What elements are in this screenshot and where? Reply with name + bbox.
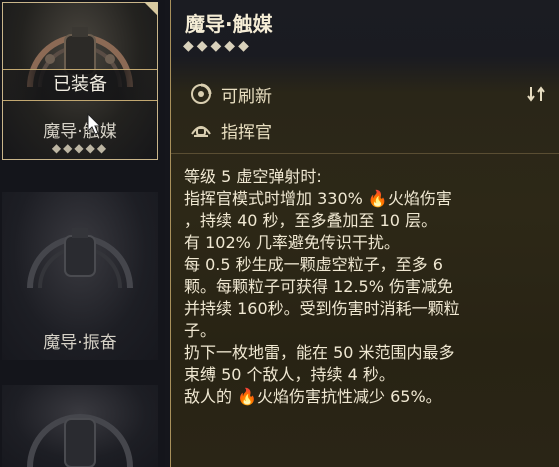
description-line: 颗。每颗粒子可获得 12.5% 伤害减免 bbox=[184, 277, 454, 296]
selected-corner-marker bbox=[144, 2, 158, 16]
description-line: 指挥官模式时增加 330% 🔥火焰伤害 bbox=[184, 189, 452, 208]
description-line: 有 102% 几率避免传识干扰。 bbox=[184, 233, 400, 252]
commander-icon bbox=[191, 126, 211, 137]
description-line: ，持续 40 秒，至多叠加至 10 层。 bbox=[184, 211, 438, 230]
detail-rank: ◆◆◆◆◆ bbox=[183, 38, 252, 54]
mod-inventory-list: 已装备 魔导·触媒 ◆◆◆◆◆ 魔导·振奋 bbox=[0, 0, 165, 467]
fire-icon: 🔥 bbox=[367, 189, 388, 208]
description-line: 敌人的 🔥火焰伤害抗性减少 65%。 bbox=[184, 387, 442, 406]
mouse-cursor-icon bbox=[87, 113, 101, 135]
refresh-icon bbox=[191, 83, 212, 104]
description-line: 子。 bbox=[184, 321, 217, 340]
mod-rank-pips: ◆◆◆◆◆ bbox=[51, 141, 109, 155]
description-line: 束缚 50 个敌人，持续 4 秒。 bbox=[184, 365, 395, 384]
property-label: 指挥官 bbox=[221, 122, 272, 143]
detail-title: 魔导·触媒 bbox=[185, 12, 273, 36]
description-line: 并持续 160秒。受到伤害时消耗一颗粒 bbox=[184, 299, 460, 318]
equipped-label: 已装备 bbox=[3, 69, 157, 101]
mod-emblem-icon bbox=[27, 228, 133, 289]
description-line: 扔下一枚地雷，能在 50 米范围内最多 bbox=[184, 343, 455, 362]
property-refreshable: 可刷新 bbox=[189, 82, 272, 107]
mod-card-selected[interactable]: 已装备 魔导·触媒 ◆◆◆◆◆ bbox=[2, 2, 158, 160]
mod-name: 魔导·触媒 bbox=[43, 122, 117, 142]
mod-name: 魔导·振奋 bbox=[43, 333, 117, 353]
fire-icon: 🔥 bbox=[237, 387, 258, 406]
property-commander: 指挥官 bbox=[189, 118, 272, 143]
property-label: 可刷新 bbox=[221, 86, 272, 107]
description-line: 每 0.5 秒生成一颗虚空粒子，至多 6 bbox=[184, 255, 443, 274]
mod-card[interactable] bbox=[2, 385, 158, 467]
mod-description: 等级 5 虚空弹射时: 指挥官模式时增加 330% 🔥火焰伤害 ，持续 40 秒… bbox=[184, 166, 552, 408]
mod-card[interactable]: 魔导·振奋 bbox=[2, 192, 158, 360]
mod-detail-panel: 魔导·触媒 ◆◆◆◆◆ 可刷新 指挥官 等级 5 虚空弹射时: 指挥官模式时增加… bbox=[170, 0, 559, 467]
swap-icon[interactable] bbox=[527, 85, 545, 103]
section-divider bbox=[171, 153, 559, 154]
description-line: 等级 5 虚空弹射时: bbox=[184, 167, 322, 186]
mod-emblem-icon bbox=[27, 414, 133, 467]
